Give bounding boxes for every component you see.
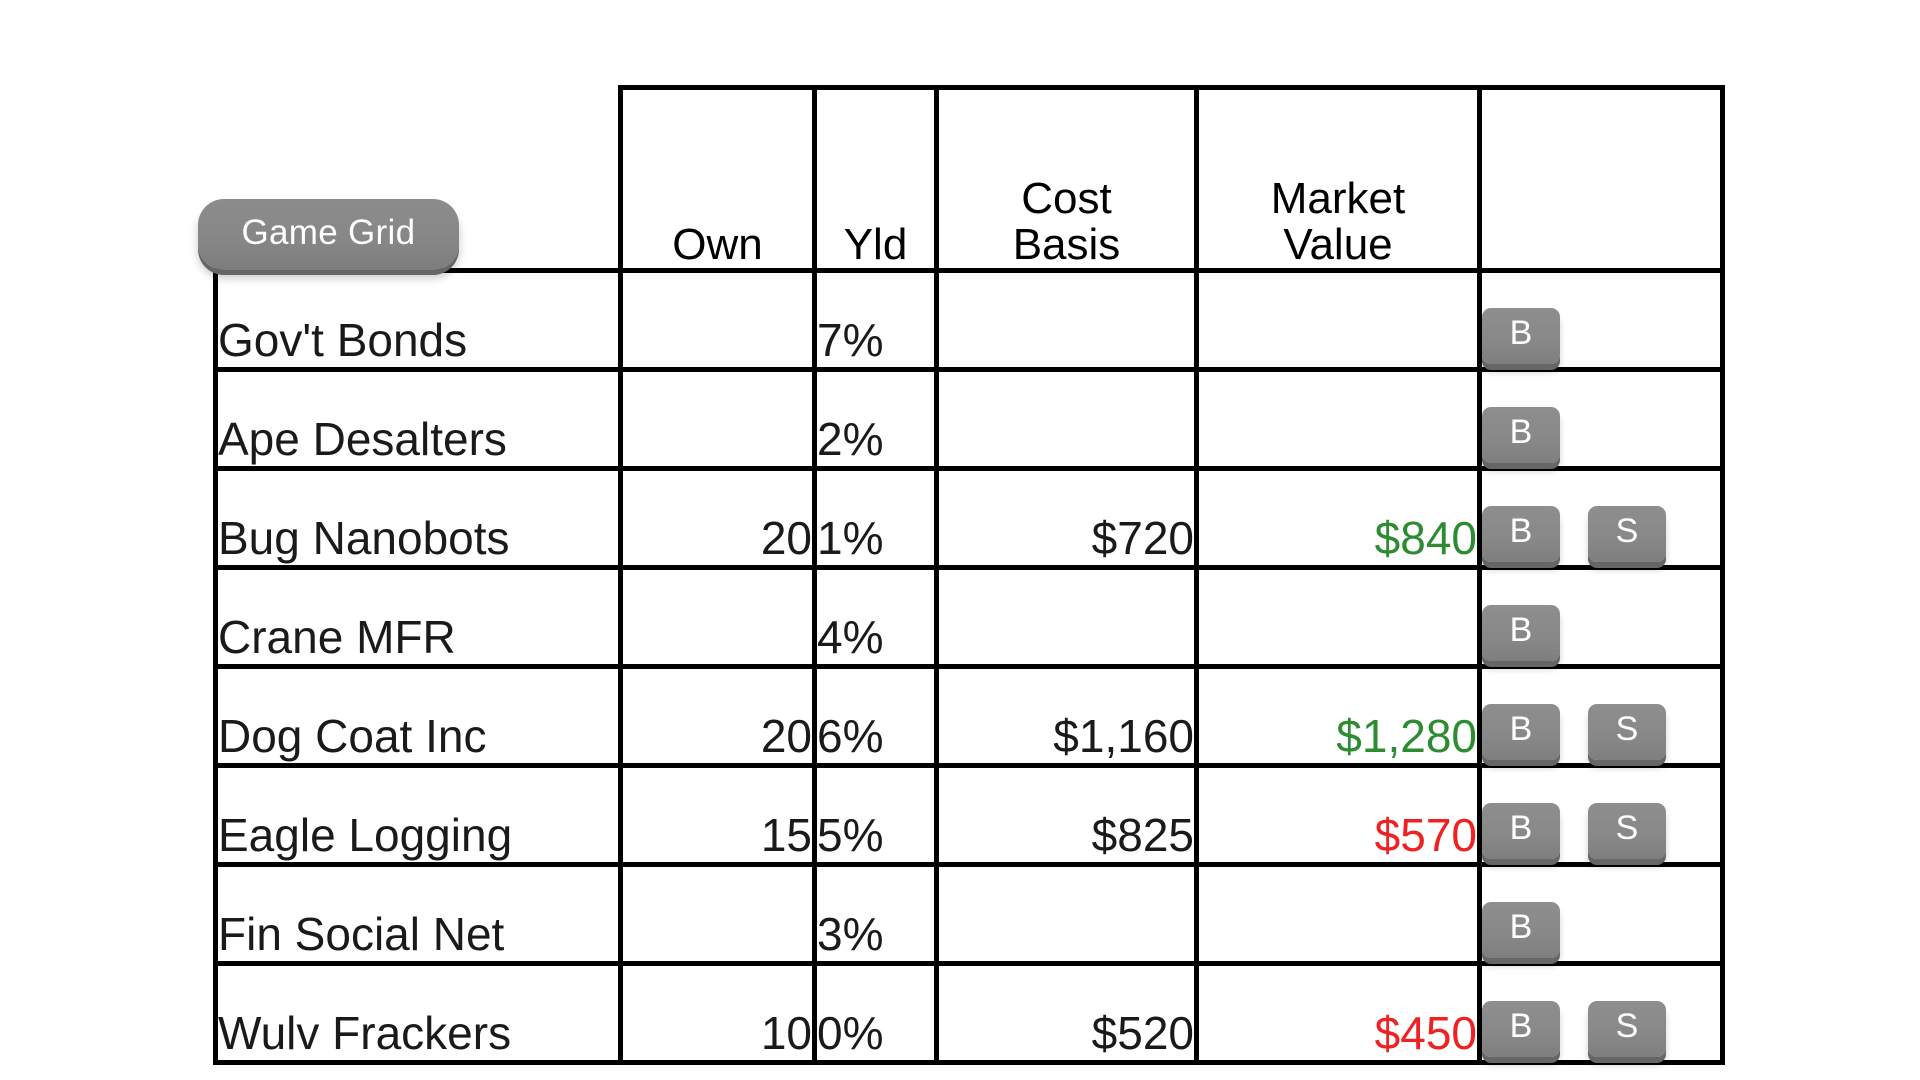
cell-actions: B (1477, 367, 1725, 471)
buy-button[interactable]: B (1482, 704, 1560, 760)
table-row: Ape Desalters 2% B (213, 367, 1725, 471)
table-row: Gov't Bonds 7% B (213, 268, 1725, 372)
cell-market-value: $1,280 (1194, 664, 1482, 768)
table-row: Eagle Logging 15 5% $825 $570 B S (213, 763, 1725, 867)
buy-button[interactable]: B (1482, 605, 1560, 661)
cell-market-value: $570 (1194, 763, 1482, 867)
cell-yield: 3% (812, 862, 939, 966)
cell-own (618, 367, 817, 471)
column-header-market-value-line2: Value (1283, 219, 1393, 269)
cell-asset-name: Gov't Bonds (213, 268, 623, 372)
column-header-cost-basis-line1: Cost (1021, 173, 1112, 223)
cell-cost-basis: $520 (934, 961, 1199, 1065)
cell-cost-basis: $825 (934, 763, 1199, 867)
cell-actions: BS (1477, 664, 1725, 768)
cell-own (618, 862, 817, 966)
buy-button[interactable]: B (1482, 902, 1560, 958)
sell-button[interactable]: S (1588, 704, 1666, 760)
cell-yield: 2% (812, 367, 939, 471)
cell-actions: B (1477, 268, 1725, 372)
column-header-cost-basis: Cost Basis (934, 85, 1199, 273)
column-header-cost-basis-line2: Basis (1012, 219, 1121, 269)
table-body: Gov't Bonds 7% B Ape Desalters 2% B Bug Nanobo… (213, 268, 1725, 1065)
buy-button[interactable]: B (1482, 506, 1560, 562)
cell-cost-basis (934, 565, 1199, 669)
cell-actions: B (1477, 565, 1725, 669)
table-row: Fin Social Net 3% B (213, 862, 1725, 966)
cell-cost-basis: $720 (934, 466, 1199, 570)
sell-button[interactable]: S (1588, 506, 1666, 562)
game-grid-screen: Game Grid Own Yld Cost Basis Market Valu… (0, 0, 1920, 1080)
cell-yield: 6% (812, 664, 939, 768)
cell-own: 20 (618, 664, 817, 768)
cell-actions: B (1477, 862, 1725, 966)
column-header-yld: Yld (812, 85, 939, 273)
table-row: Bug Nanobots 20 1% $720 $840 B S (213, 466, 1725, 570)
cell-asset-name: Bug Nanobots (213, 466, 623, 570)
column-header-market-value: Market Value (1194, 85, 1482, 273)
cell-market-value (1194, 367, 1482, 471)
cell-own (618, 565, 817, 669)
cell-own (618, 268, 817, 372)
game-grid-title-cell: Game Grid (197, 87, 621, 271)
cell-market-value (1194, 862, 1482, 966)
cell-own: 20 (618, 466, 817, 570)
cell-market-value (1194, 565, 1482, 669)
buy-button[interactable]: B (1482, 1001, 1560, 1057)
cell-actions: BS (1477, 466, 1725, 570)
cell-cost-basis (934, 862, 1199, 966)
cell-asset-name: Fin Social Net (213, 862, 623, 966)
cell-cost-basis: $1,160 (934, 664, 1199, 768)
table-row: Crane MFR 4% B (213, 565, 1725, 669)
buy-button[interactable]: B (1482, 803, 1560, 859)
buy-button[interactable]: B (1482, 407, 1560, 463)
cell-cost-basis (934, 268, 1199, 372)
cell-own: 10 (618, 961, 817, 1065)
game-grid-button[interactable]: Game Grid (197, 199, 460, 270)
buy-button[interactable]: B (1482, 308, 1560, 364)
portfolio-table: Game Grid Own Yld Cost Basis Market Valu… (197, 85, 1725, 1065)
cell-actions: BS (1477, 961, 1725, 1065)
cell-asset-name: Dog Coat Inc (213, 664, 623, 768)
cell-yield: 1% (812, 466, 939, 570)
table-row: Wulv Frackers 10 0% $520 $450 B S (213, 961, 1725, 1065)
cell-yield: 7% (812, 268, 939, 372)
sell-button[interactable]: S (1588, 803, 1666, 859)
cell-asset-name: Ape Desalters (213, 367, 623, 471)
cell-asset-name: Wulv Frackers (213, 961, 623, 1065)
table-header-row: Game Grid Own Yld Cost Basis Market Valu… (197, 85, 1725, 273)
cell-asset-name: Crane MFR (213, 565, 623, 669)
cell-yield: 5% (812, 763, 939, 867)
cell-yield: 4% (812, 565, 939, 669)
column-header-own: Own (618, 85, 817, 273)
cell-asset-name: Eagle Logging (213, 763, 623, 867)
cell-cost-basis (934, 367, 1199, 471)
cell-market-value (1194, 268, 1482, 372)
column-header-market-value-line1: Market (1270, 173, 1406, 223)
cell-yield: 0% (812, 961, 939, 1065)
table-row: Dog Coat Inc 20 6% $1,160 $1,280 B S (213, 664, 1725, 768)
sell-button[interactable]: S (1588, 1001, 1666, 1057)
cell-market-value: $450 (1194, 961, 1482, 1065)
cell-own: 15 (618, 763, 817, 867)
cell-actions: BS (1477, 763, 1725, 867)
cell-market-value: $840 (1194, 466, 1482, 570)
column-header-actions (1477, 85, 1725, 273)
